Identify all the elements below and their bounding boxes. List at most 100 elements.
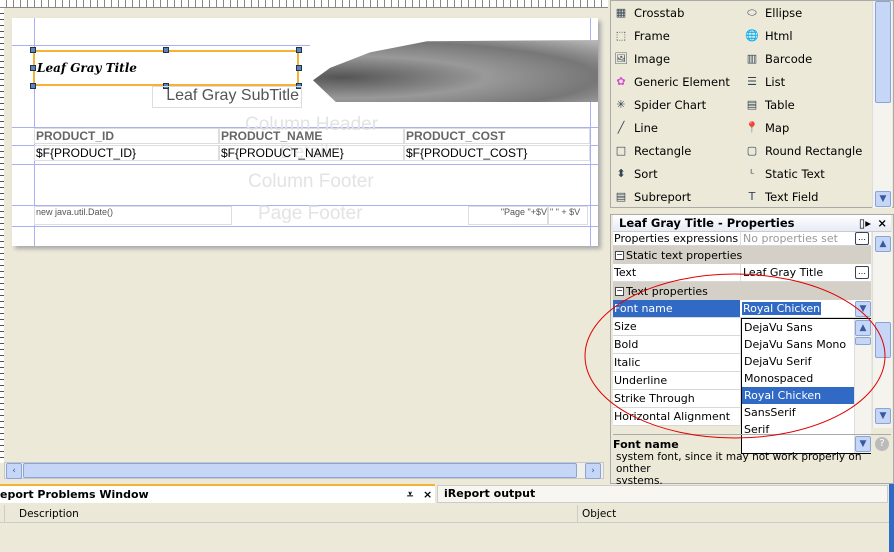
band-label-page-footer: Page Footer [258, 203, 363, 224]
palette-item-table[interactable]: ▤ Table [745, 95, 872, 115]
scroll-right-button[interactable]: › [585, 463, 601, 479]
column-header-object[interactable]: Object [578, 505, 616, 522]
palette-item-label: Rectangle [634, 144, 692, 158]
leaf-image[interactable] [313, 40, 598, 102]
palette-item-barcode[interactable]: ▥ Barcode [745, 49, 872, 69]
palette-item-label: Line [634, 121, 658, 135]
palette-item-subreport[interactable]: ▤ Subreport [614, 187, 745, 207]
palette-item-image[interactable]: 🖼 Image [614, 49, 745, 69]
scroll-thumb[interactable] [23, 463, 577, 478]
palette-item-label: Static Text [765, 167, 825, 181]
palette-item-label: Html [765, 29, 793, 43]
footer-date-field[interactable]: new java.util.Date() [34, 206, 232, 225]
collapse-icon[interactable]: − [615, 286, 624, 296]
property-label: Bold [613, 336, 741, 353]
title-text-element[interactable]: Leaf Gray Title [33, 50, 299, 86]
font-option[interactable]: DejaVu Sans Mono [742, 336, 854, 353]
close-icon[interactable]: × [423, 486, 432, 503]
properties-title: Leaf Gray Title - Properties [619, 216, 795, 230]
horizontal-scrollbar[interactable]: ‹ › [4, 462, 604, 479]
font-name-value[interactable]: Royal Chicken [742, 302, 822, 315]
footer-page-total-field[interactable]: " " + $V [548, 206, 588, 225]
resize-handle[interactable] [163, 47, 169, 53]
palette-item-round-rectangle[interactable]: ▢ Round Rectangle [745, 141, 872, 161]
band-label-column-footer: Column Footer [248, 171, 374, 192]
palette-panel: ▦ Crosstab ⬭ Ellipse ⬚ Frame 🌐 Html 🖼 Image ▥ Barco… [610, 0, 894, 208]
scroll-down-button[interactable]: ▼ [875, 408, 891, 424]
scroll-up-button[interactable]: ▲ [855, 320, 871, 336]
section-text-properties[interactable]: − Text properties [613, 282, 871, 300]
scroll-down-button[interactable]: ▼ [875, 191, 891, 207]
subtitle-text-element[interactable]: Leaf Gray SubTitle [152, 86, 302, 108]
scroll-thumb[interactable] [875, 322, 891, 358]
rectangle-icon: □ [615, 144, 627, 157]
property-label: Italic [613, 354, 741, 371]
palette-item-label: Round Rectangle [765, 144, 863, 158]
font-option[interactable]: SansSerif [742, 404, 854, 421]
footer-page-field[interactable]: "Page "+$V [468, 206, 548, 225]
properties-scrollbar[interactable]: ▲ ▼ [872, 232, 892, 428]
font-option[interactable]: Monospaced [742, 370, 854, 387]
palette-item-list[interactable]: ☰ List [745, 72, 872, 92]
collapse-icon[interactable]: − [615, 250, 624, 260]
column-header-product-cost[interactable]: PRODUCT_COST [404, 128, 590, 144]
palette-item-rectangle[interactable]: □ Rectangle [614, 141, 745, 161]
palette-item-ellipse[interactable]: ⬭ Ellipse [745, 3, 872, 23]
palette-item-crosstab[interactable]: ▦ Crosstab [614, 3, 745, 23]
section-static-text-properties[interactable]: − Static text properties [613, 246, 871, 264]
scroll-left-button[interactable]: ‹ [6, 463, 22, 479]
spider-chart-icon: ✳ [616, 98, 626, 111]
image-icon: 🖼 [614, 52, 628, 65]
palette-item-label: Map [765, 121, 790, 135]
palette-item-html[interactable]: 🌐 Html [745, 26, 872, 46]
scroll-thumb[interactable] [875, 1, 891, 103]
detail-field-product-id[interactable]: $F{PRODUCT_ID} [34, 145, 219, 161]
dropdown-scrollbar[interactable]: ▲ ▼ [854, 319, 871, 453]
property-row-text[interactable]: Text Leaf Gray Title… [613, 264, 871, 282]
help-icon[interactable]: ? [875, 437, 889, 451]
column-header-product-name[interactable]: PRODUCT_NAME [219, 128, 404, 144]
property-label: Font name [613, 300, 741, 317]
font-name-combobox[interactable]: Royal Chicken ▼ [741, 300, 871, 317]
palette-item-label: Barcode [765, 52, 813, 66]
palette-item-text-field[interactable]: T Text Field [745, 187, 872, 207]
close-icon[interactable]: × [877, 215, 887, 232]
edit-button[interactable]: … [855, 266, 869, 279]
resize-handle[interactable] [30, 83, 36, 89]
palette-item-spider-chart[interactable]: ✳ Spider Chart [614, 95, 745, 115]
tab-problems-window[interactable]: eport Problems Window ⩡ × [0, 484, 435, 503]
palette-item-static-text[interactable]: ᴸ Static Text [745, 164, 872, 184]
tab-ireport-output[interactable]: iReport output [437, 485, 888, 503]
font-option[interactable]: Royal Chicken [742, 387, 854, 404]
resize-handle[interactable] [296, 47, 302, 53]
font-option[interactable]: DejaVu Serif [742, 353, 854, 370]
detail-field-product-name[interactable]: $F{PRODUCT_NAME} [219, 145, 404, 161]
html-icon: 🌐 [745, 29, 759, 42]
dropdown-icon[interactable]: ⩡ [407, 486, 413, 503]
palette-scrollbar[interactable]: ▼ [872, 1, 892, 208]
scroll-up-button[interactable]: ▲ [875, 236, 891, 252]
palette-item-line[interactable]: ╱ Line [614, 118, 745, 138]
property-row-font-name[interactable]: Font name Royal Chicken ▼ [613, 300, 871, 318]
resize-handle[interactable] [30, 47, 36, 53]
dropdown-arrow-icon[interactable]: ▼ [855, 300, 871, 317]
palette-item-label: Frame [634, 29, 670, 43]
column-header-product-id[interactable]: PRODUCT_ID [34, 128, 219, 144]
minimize-icon[interactable]: ▯▸ [859, 215, 871, 232]
barcode-icon: ▥ [746, 52, 758, 65]
resize-handle[interactable] [30, 65, 36, 71]
report-page[interactable]: Column Header Detail Column Footer Page … [12, 18, 598, 246]
edit-button[interactable]: … [855, 232, 869, 245]
property-row-properties-expressions[interactable]: Properties expressions No properties set… [613, 232, 871, 246]
font-option[interactable]: DejaVu Sans [742, 319, 854, 336]
round-rectangle-icon: ▢ [746, 144, 758, 157]
palette-item-map[interactable]: 📍 Map [745, 118, 872, 138]
column-header-description[interactable]: Description [4, 505, 578, 522]
palette-item-frame[interactable]: ⬚ Frame [614, 26, 745, 46]
palette-item-generic-element[interactable]: ✿ Generic Element [614, 72, 745, 92]
resize-handle[interactable] [296, 65, 302, 71]
palette-item-sort[interactable]: ⬍ Sort [614, 164, 745, 184]
map-icon: 📍 [745, 121, 759, 134]
scroll-thumb[interactable] [855, 337, 871, 345]
detail-field-product-cost[interactable]: $F{PRODUCT_COST} [404, 145, 590, 161]
